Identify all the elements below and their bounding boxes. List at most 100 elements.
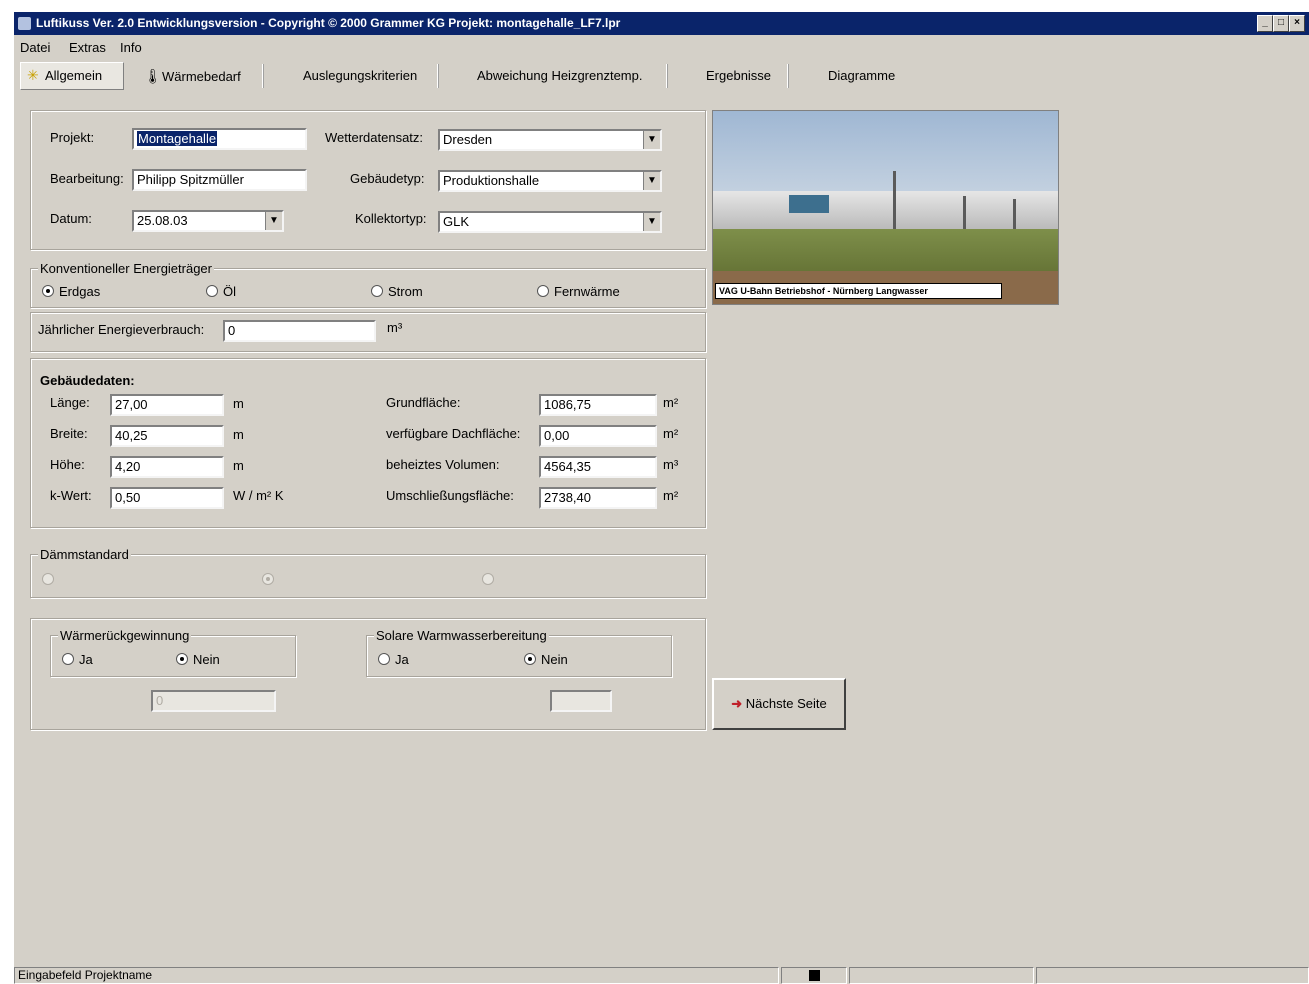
maximize-button[interactable]: □: [1273, 15, 1289, 32]
volumen-unit: m³: [663, 457, 679, 472]
tab-label: Allgemein: [45, 68, 103, 83]
radio-solar-ja[interactable]: Ja: [378, 652, 409, 667]
radio-dot: [378, 653, 390, 665]
radio-daemm-1[interactable]: [42, 572, 59, 587]
gebaeudetyp-value: Produktionshalle: [443, 173, 540, 188]
tab-label: Wärmebedarf: [162, 69, 241, 84]
chevron-down-icon[interactable]: ▼: [643, 172, 660, 190]
radio-dot: [176, 653, 188, 665]
next-page-button[interactable]: ➜ Nächste Seite: [712, 678, 846, 730]
laenge-input[interactable]: 27,00: [110, 394, 224, 416]
radio-fernwaerme[interactable]: Fernwärme: [537, 284, 620, 299]
app-window: Luftikuss Ver. 2.0 Entwicklungsversion -…: [14, 12, 1309, 984]
kollektortyp-value: GLK: [443, 214, 470, 229]
next-page-label: Nächste Seite: [745, 696, 827, 711]
kwert-label: k-Wert:: [50, 488, 92, 503]
minimize-button[interactable]: _: [1257, 15, 1273, 32]
radio-daemm-3[interactable]: [482, 572, 499, 587]
grundflaeche-input[interactable]: 1086,75: [539, 394, 657, 416]
radio-waermerueck-nein[interactable]: Nein: [176, 652, 220, 667]
radio-solar-nein[interactable]: Nein: [524, 652, 568, 667]
breite-unit: m: [233, 427, 244, 442]
datum-value: 25.08.03: [137, 213, 188, 228]
photo-caption: VAG U-Bahn Betriebshof - Nürnberg Langwa…: [715, 283, 1002, 299]
tab-label: Auslegungskriterien: [303, 68, 418, 83]
kwert-input[interactable]: 0,50: [110, 487, 224, 509]
radio-label: Nein: [193, 652, 220, 667]
hoehe-input[interactable]: 4,20: [110, 456, 224, 478]
chevron-down-icon[interactable]: ▼: [643, 213, 660, 231]
umschliessungsflaeche-input[interactable]: 2738,40: [539, 487, 657, 509]
volumen-input[interactable]: 4564,35: [539, 456, 657, 478]
energietraeger-legend: Konventioneller Energieträger: [38, 261, 214, 276]
gebaeudedaten-heading: Gebäudedaten:: [40, 373, 135, 388]
kollektortyp-select[interactable]: GLK ▼: [438, 211, 662, 233]
tab-waermebedarf[interactable]: 🌡Wärmebedarf: [138, 64, 247, 88]
laenge-unit: m: [233, 396, 244, 411]
menu-datei[interactable]: Datei: [20, 40, 50, 55]
solar-input[interactable]: [550, 690, 612, 712]
umschliessungsflaeche-unit: m²: [663, 488, 679, 503]
energieverbrauch-unit: m³: [387, 320, 403, 335]
title-bar: Luftikuss Ver. 2.0 Entwicklungsversion -…: [14, 12, 1309, 35]
daemmstandard-legend: Dämmstandard: [38, 547, 131, 562]
kollektortyp-label: Kollektortyp:: [355, 211, 427, 226]
gebaeudetyp-select[interactable]: Produktionshalle ▼: [438, 170, 662, 192]
radio-label: Strom: [388, 284, 423, 299]
waermerueck-input[interactable]: 0: [151, 690, 276, 712]
tab-divider: [666, 64, 668, 88]
radio-label: Ja: [395, 652, 409, 667]
radio-dot: [482, 573, 494, 585]
thermometer-icon: 🌡: [144, 68, 162, 84]
radio-strom[interactable]: Strom: [371, 284, 423, 299]
radio-waermerueck-ja[interactable]: Ja: [62, 652, 93, 667]
status-panel-2: [849, 967, 1034, 984]
status-hint: Eingabefeld Projektname: [14, 967, 779, 984]
energieverbrauch-input[interactable]: 0: [223, 320, 376, 342]
daemmstandard-group: [30, 554, 706, 598]
app-icon: [18, 17, 31, 30]
tab-abweichung-heizgrenztemp[interactable]: Abweichung Heizgrenztemp.: [471, 64, 648, 88]
radio-dot: [42, 573, 54, 585]
dachflaeche-input[interactable]: 0,00: [539, 425, 657, 447]
radio-label: Nein: [541, 652, 568, 667]
tab-allgemein[interactable]: ✳ Allgemein: [20, 62, 124, 90]
tab-label: Ergebnisse: [706, 68, 772, 83]
status-bar: Eingabefeld Projektname: [14, 965, 1309, 984]
grundflaeche-label: Grundfläche:: [386, 395, 461, 410]
menu-info[interactable]: Info: [120, 40, 142, 55]
wetterdatensatz-value: Dresden: [443, 132, 493, 147]
grundflaeche-unit: m²: [663, 395, 679, 410]
projekt-input[interactable]: Montagehalle: [132, 128, 307, 150]
window-title: Luftikuss Ver. 2.0 Entwicklungsversion -…: [36, 16, 621, 30]
radio-label: Öl: [223, 284, 236, 299]
chevron-down-icon[interactable]: ▼: [643, 131, 660, 149]
kwert-unit: W / m² K: [233, 488, 284, 503]
close-button[interactable]: ×: [1289, 15, 1305, 32]
floppy-disk-icon: [808, 970, 820, 981]
tab-ergebnisse[interactable]: Ergebnisse: [700, 64, 777, 88]
photo-hall: [713, 191, 1058, 231]
radio-erdgas[interactable]: Erdgas: [42, 284, 100, 299]
radio-label: Ja: [79, 652, 93, 667]
tab-diagramme[interactable]: Diagramme: [822, 64, 901, 88]
hoehe-unit: m: [233, 458, 244, 473]
breite-input[interactable]: 40,25: [110, 425, 224, 447]
datum-picker[interactable]: 25.08.03 ▼: [132, 210, 284, 232]
tab-auslegungskriterien[interactable]: Auslegungskriterien: [297, 64, 423, 88]
wetterdatensatz-select[interactable]: Dresden ▼: [438, 129, 662, 151]
radio-daemm-2[interactable]: [262, 572, 279, 587]
bearbeitung-input[interactable]: Philipp Spitzmüller: [132, 169, 307, 191]
tab-divider: [262, 64, 264, 88]
hoehe-label: Höhe:: [50, 457, 85, 472]
projekt-label: Projekt:: [50, 130, 95, 145]
radio-dot: [524, 653, 536, 665]
radio-label: Erdgas: [59, 284, 101, 299]
sun-icon: ✳: [27, 67, 39, 83]
chevron-down-icon[interactable]: ▼: [265, 212, 282, 230]
menu-extras[interactable]: Extras: [69, 40, 106, 55]
building-photo: VAG U-Bahn Betriebshof - Nürnberg Langwa…: [712, 110, 1059, 305]
waermerueckgewinnung-legend: Wärmerückgewinnung: [58, 628, 192, 643]
bearbeitung-label: Bearbeitung:: [50, 171, 124, 186]
radio-oel[interactable]: Öl: [206, 284, 236, 299]
